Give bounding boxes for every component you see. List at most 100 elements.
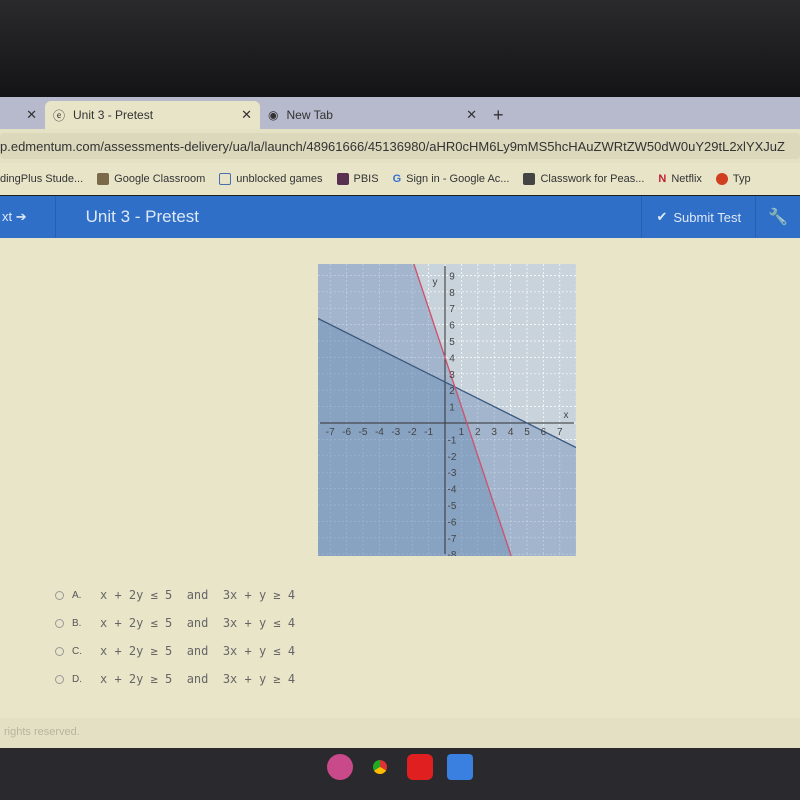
test-header: xt ➔ Unit 3 - Pretest ✔ Submit Test 🔧 (0, 196, 800, 238)
radio-button[interactable] (55, 590, 64, 600)
answer-option-c[interactable]: C. x + 2y ≥ 5 and 3x + y ≤ 4 (55, 644, 295, 658)
submit-test-button[interactable]: ✔ Submit Test (641, 196, 755, 238)
bookmarks-bar: dingPlus Stude... Google Classroom unblo… (0, 163, 800, 195)
tab-strip: ✕ ⓔ Unit 3 - Pretest ✕ ◉ New Tab ✕ + (0, 97, 800, 129)
netflix-icon: N (658, 173, 667, 185)
x-tick-label: 7 (557, 427, 563, 438)
arrow-right-circle-icon: ➔ (15, 209, 27, 224)
option-letter: D. (72, 673, 82, 685)
y-tick-label: -4 (448, 485, 457, 496)
y-tick-label: 4 (449, 353, 455, 364)
x-tick-label: 6 (541, 427, 547, 438)
option-text: x + 2y ≥ 5 and 3x + y ≤ 4 (100, 644, 296, 658)
new-tab-button[interactable]: + (485, 101, 512, 129)
url-input[interactable]: p.edmentum.com/assessments-delivery/ua/l… (0, 133, 800, 159)
x-tick-label: -1 (424, 427, 433, 438)
tab-label: Unit 3 - Pretest (73, 108, 154, 122)
x-tick-label: -4 (375, 427, 384, 438)
tab-previous[interactable]: ✕ (0, 101, 45, 129)
previous-button[interactable]: xt ➔ (2, 209, 27, 225)
tab-label: New Tab (286, 108, 333, 122)
option-text: x + 2y ≤ 5 and 3x + y ≥ 4 (100, 588, 296, 602)
y-tick-label: -6 (448, 517, 457, 528)
close-icon[interactable]: ✕ (241, 107, 252, 123)
pbis-icon (336, 173, 349, 186)
bookmark-label: PBIS (353, 172, 379, 185)
classwork-icon (523, 173, 536, 186)
taskbar (0, 748, 800, 800)
bookmark[interactable]: Typ (715, 173, 751, 186)
y-tick-label: 1 (449, 403, 455, 414)
wrench-icon[interactable]: 🔧 (755, 196, 800, 238)
option-letter: B. (72, 617, 82, 629)
y-tick-label: -8 (448, 550, 457, 556)
divider (54, 196, 56, 238)
bookmark[interactable]: unblocked games (219, 172, 323, 186)
y-tick-label: 8 (449, 288, 455, 299)
option-text: x + 2y ≤ 5 and 3x + y ≤ 4 (100, 616, 296, 630)
bookmark-label: Sign in - Google Ac... (406, 173, 510, 185)
bookmark-label: Google Classroom (114, 172, 206, 185)
classroom-icon (97, 173, 110, 186)
x-tick-label: -5 (359, 427, 368, 438)
y-tick-label: 3 (449, 370, 455, 381)
chrome-icon: ◉ (268, 108, 279, 122)
radio-button[interactable] (55, 646, 64, 656)
x-tick-label: 3 (491, 427, 497, 438)
close-icon[interactable]: ✕ (466, 107, 477, 123)
y-tick-label: -1 (448, 435, 457, 446)
inequality-graph: -7 -6 -5 -4 -3 -2 -1 1 2 3 4 5 6 7987654321-1-2-3-4-5… (318, 264, 576, 556)
address-bar: p.edmentum.com/assessments-delivery/ua/l… (0, 129, 800, 163)
tab-new-tab[interactable]: ◉ New Tab ✕ (260, 101, 485, 129)
option-letter: A. (72, 589, 82, 601)
y-tick-label: -2 (448, 452, 457, 463)
app-icon[interactable] (327, 754, 353, 780)
bookmark[interactable]: G Sign in - Google Ac... (393, 173, 510, 185)
footer-copyright: rights reserved. (0, 718, 800, 748)
x-tick-label: 4 (508, 427, 514, 438)
monitor-bezel (0, 0, 800, 97)
answer-option-b[interactable]: B. x + 2y ≤ 5 and 3x + y ≤ 4 (55, 616, 295, 630)
y-tick-label: 9 (449, 271, 455, 282)
answer-option-a[interactable]: A. x + 2y ≤ 5 and 3x + y ≥ 4 (55, 588, 295, 602)
x-tick-label: 1 (459, 427, 465, 438)
bookmark[interactable]: Classwork for Peas... (523, 172, 645, 186)
docs-icon[interactable] (447, 754, 473, 780)
y-axis-label: y (433, 277, 438, 288)
check-circle-icon: ✔ (656, 209, 668, 224)
x-tick-label: 5 (524, 427, 530, 438)
youtube-icon[interactable] (407, 754, 433, 780)
question-area: -7 -6 -5 -4 -3 -2 -1 1 2 3 4 5 6 7 9 8 7 6 5 4 3 2 1 -1 -2 -3 -4 -5… (0, 238, 800, 718)
x-tick-label: -7 (326, 427, 335, 438)
x-tick-label: 2 (475, 427, 481, 438)
page-title: Unit 3 - Pretest (85, 207, 200, 226)
option-text: x + 2y ≥ 5 and 3x + y ≥ 4 (100, 672, 296, 686)
x-tick-label: -3 (391, 427, 400, 438)
previous-label: xt (2, 209, 13, 224)
google-icon: G (392, 173, 402, 185)
tab-unit3-pretest[interactable]: ⓔ Unit 3 - Pretest ✕ (45, 101, 260, 129)
bookmark-label: unblocked games (236, 172, 323, 185)
bookmark-label: Netflix (671, 173, 702, 185)
radio-button[interactable] (55, 618, 64, 628)
chrome-icon[interactable] (367, 754, 393, 780)
bookmark[interactable]: dingPlus Stude... (0, 173, 83, 185)
bookmark[interactable]: Google Classroom (97, 172, 206, 186)
submit-label: Submit Test (673, 209, 742, 225)
y-tick-label: 5 (449, 337, 455, 348)
y-tick-label: -5 (448, 501, 457, 512)
bookmark-label: Classwork for Peas... (540, 172, 645, 185)
y-tick-label: -3 (448, 468, 457, 479)
y-tick-label: -7 (448, 534, 457, 545)
x-tick-label: -2 (408, 427, 417, 438)
radio-button[interactable] (55, 674, 64, 684)
page-icon (219, 173, 232, 186)
option-letter: C. (72, 645, 82, 657)
x-tick-label: -6 (342, 427, 351, 438)
close-icon[interactable]: ✕ (26, 107, 37, 123)
y-tick-label: 7 (449, 304, 455, 315)
y-tick-label: 6 (449, 321, 455, 332)
bookmark[interactable]: N Netflix (658, 173, 702, 185)
bookmark[interactable]: PBIS (336, 172, 379, 186)
answer-option-d[interactable]: D. x + 2y ≥ 5 and 3x + y ≥ 4 (55, 672, 295, 686)
